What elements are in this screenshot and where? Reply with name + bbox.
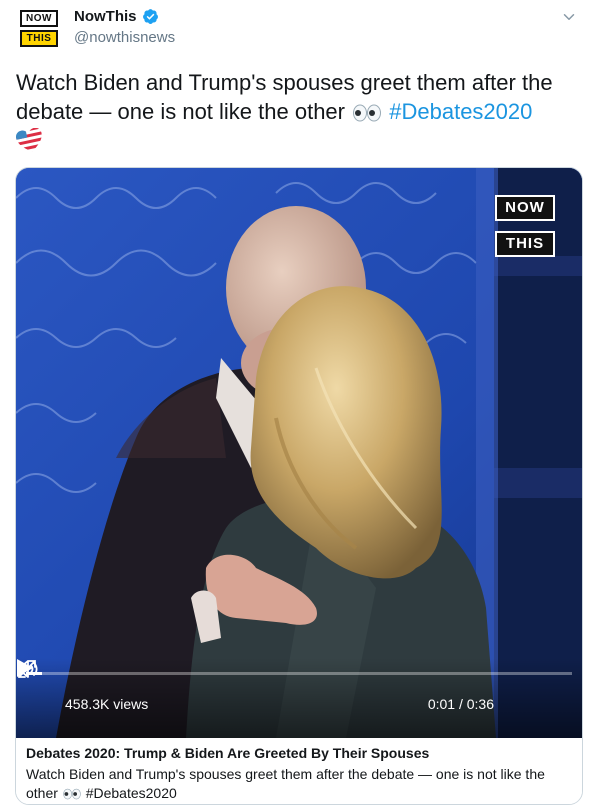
author-handle[interactable]: @nowthisnews bbox=[74, 29, 175, 46]
verified-badge-icon bbox=[142, 9, 158, 24]
tweet: NOW THIS NowThis @nowthisnews Watch Bide… bbox=[0, 0, 594, 808]
card-description: Watch Biden and Trump's spouses greet th… bbox=[26, 765, 570, 803]
video-view-count: 458.3K views bbox=[65, 696, 149, 712]
video-watermark-now: NOW bbox=[495, 195, 555, 221]
video-timestamp: 0:01 / 0:36 bbox=[427, 696, 494, 712]
card-description-hashtag: #Debates2020 bbox=[85, 785, 177, 801]
video-controls: 458.3K views 0:01 / 0:36 bbox=[16, 658, 582, 738]
card-info[interactable]: Debates 2020: Trump & Biden Are Greeted … bbox=[16, 738, 582, 804]
tweet-text: Watch Biden and Trump's spouses greet th… bbox=[16, 68, 580, 154]
video-watermark-this: THIS bbox=[495, 231, 555, 257]
video-player[interactable]: NOW THIS 458.3K views 0:01 / 0:36 bbox=[16, 168, 582, 738]
chevron-down-icon[interactable] bbox=[560, 8, 578, 26]
media-card[interactable]: NOW THIS 458.3K views 0:01 / 0:36 Debate… bbox=[15, 167, 583, 805]
tweet-header: NOW THIS NowThis @nowthisnews bbox=[16, 6, 582, 52]
tweet-hashtag-link[interactable]: #Debates2020 bbox=[389, 99, 532, 124]
author-display-name[interactable]: NowThis bbox=[74, 8, 137, 25]
avatar[interactable]: NOW THIS bbox=[20, 10, 62, 48]
us-flag-heart-icon bbox=[16, 128, 44, 154]
eyes-emoji-icon bbox=[353, 104, 382, 122]
fullscreen-icon[interactable] bbox=[16, 658, 38, 680]
card-title[interactable]: Debates 2020: Trump & Biden Are Greeted … bbox=[26, 744, 570, 762]
video-progress-bar[interactable] bbox=[26, 672, 572, 675]
author-block[interactable]: NowThis @nowthisnews bbox=[74, 8, 175, 46]
avatar-logo-this: THIS bbox=[20, 30, 58, 47]
eyes-emoji-icon bbox=[63, 788, 81, 800]
avatar-logo-now: NOW bbox=[20, 10, 58, 27]
